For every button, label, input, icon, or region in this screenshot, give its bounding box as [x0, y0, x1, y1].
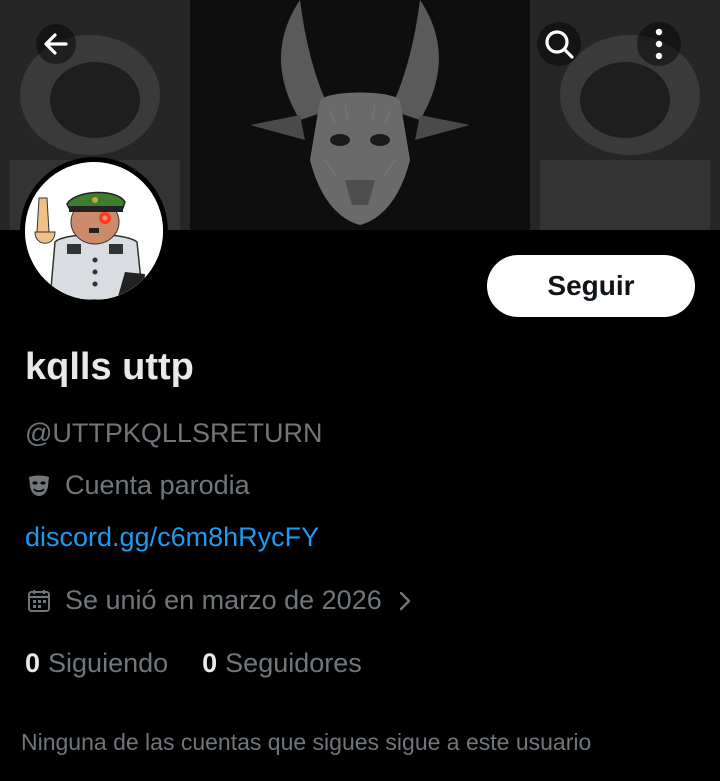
followers-label: Seguidores — [225, 648, 362, 678]
chevron-right-icon — [396, 589, 414, 613]
follow-stats: 0 Siguiendo 0 Seguidores — [25, 648, 362, 679]
search-button[interactable] — [531, 18, 587, 74]
avatar-image — [25, 162, 163, 300]
following-label: Siguiendo — [48, 648, 169, 678]
followers-stat[interactable]: 0 Seguidores — [202, 648, 362, 679]
back-button[interactable] — [28, 18, 84, 74]
following-count: 0 — [25, 648, 41, 678]
more-options-button[interactable] — [631, 18, 687, 74]
following-stat[interactable]: 0 Siguiendo — [25, 648, 168, 679]
followers-you-know-note: Ninguna de las cuentas que sigues sigue … — [21, 729, 592, 755]
joined-date: Se unió en marzo de 2026 — [65, 585, 382, 615]
avatar[interactable] — [20, 157, 168, 305]
display-name: kqlls uttp — [25, 346, 194, 388]
search-icon — [537, 21, 581, 71]
followers-count: 0 — [202, 648, 218, 678]
parody-label-row: Cuenta parodia — [25, 470, 250, 501]
theater-mask-icon — [25, 472, 53, 500]
joined-date-row[interactable]: Se unió en marzo de 2026 — [25, 585, 414, 616]
user-handle: @UTTPKQLLSRETURN — [25, 418, 323, 448]
arrow-left-icon — [36, 23, 76, 69]
more-vertical-icon — [637, 21, 681, 71]
parody-label: Cuenta parodia — [65, 470, 250, 500]
follow-button[interactable]: Seguir — [487, 255, 695, 317]
calendar-icon — [25, 587, 53, 615]
profile-link[interactable]: discord.gg/c6m8hRycFY — [25, 522, 319, 553]
